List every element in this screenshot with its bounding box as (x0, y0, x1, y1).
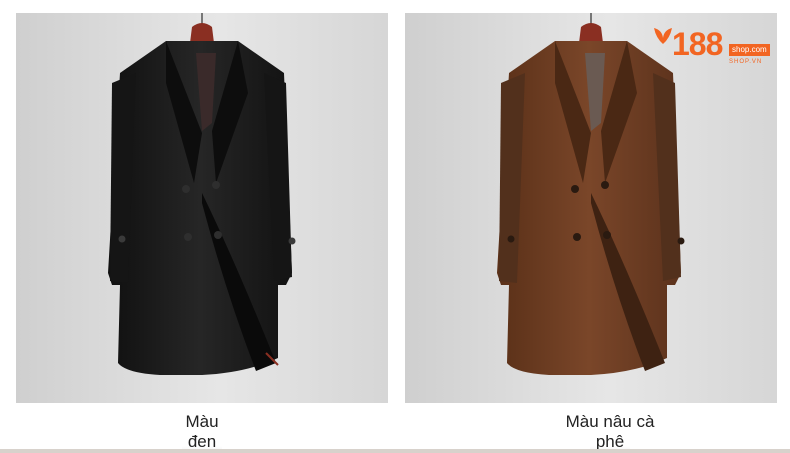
logo-tag: shop.com (729, 44, 770, 56)
logo-number: 188 (672, 26, 723, 62)
caption-black: Màu đen (146, 412, 258, 453)
caption-brown: Màu nâu cà phê (540, 412, 680, 453)
leaf-icon (654, 28, 672, 44)
logo-subtext: SHOP.VN (729, 59, 763, 65)
bottom-divider (0, 449, 790, 453)
black-coat-illustration (108, 13, 296, 375)
brand-logo: 188 shop.com SHOP.VN (652, 18, 772, 74)
product-image-black-coat (16, 13, 388, 403)
caption-brown-line1: Màu nâu cà (565, 412, 655, 431)
caption-black-line1: Màu (185, 412, 219, 431)
